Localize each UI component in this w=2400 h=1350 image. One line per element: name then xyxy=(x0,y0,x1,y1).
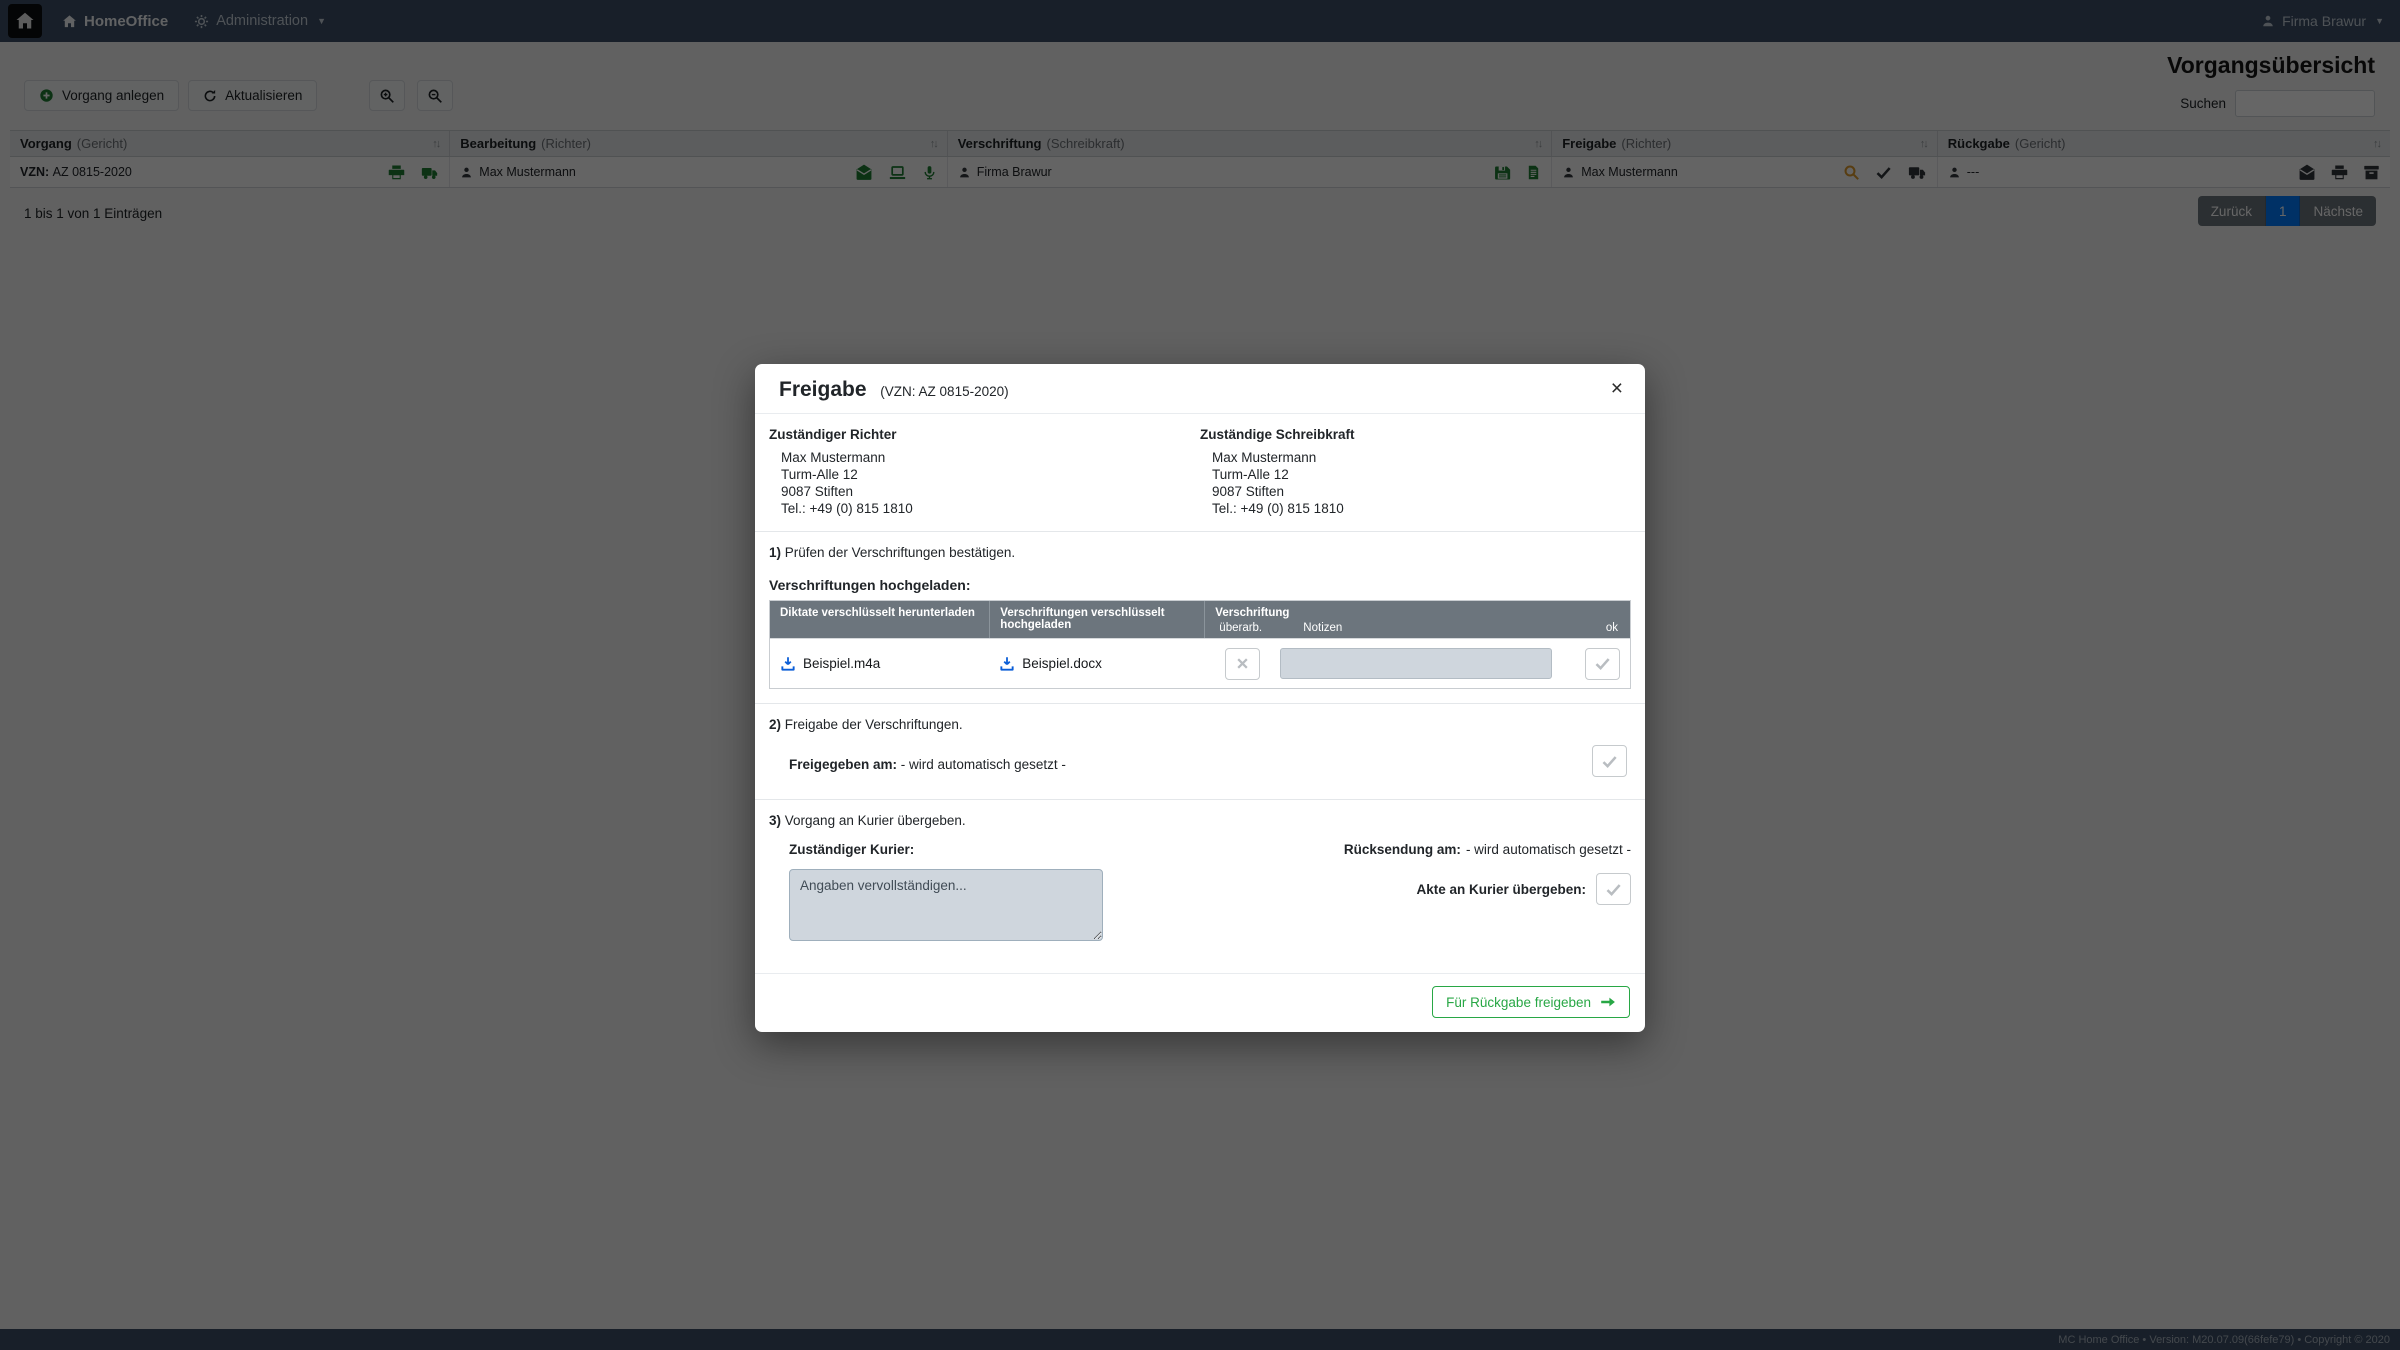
verschriftung-controls xyxy=(1204,648,1574,680)
modal-header: Freigabe (VZN: AZ 0815-2020) × xyxy=(755,364,1645,414)
handover-label: Akte an Kurier übergeben: xyxy=(1416,882,1586,897)
rework-toggle-button[interactable] xyxy=(1225,648,1260,680)
col-download-dictates: Diktate verschlüsselt herunterladen xyxy=(770,601,989,638)
dictate-file-name: Beispiel.m4a xyxy=(803,656,880,671)
divider xyxy=(755,703,1645,704)
col-notes: Notizen xyxy=(1281,622,1342,634)
handover-check-button[interactable] xyxy=(1596,873,1631,905)
files-table: Diktate verschlüsselt herunterladen Vers… xyxy=(769,600,1631,689)
x-icon xyxy=(1235,656,1250,671)
modal-body: Zuständiger Richter Max Mustermann Turm-… xyxy=(755,414,1645,947)
download-transcript-link[interactable]: Beispiel.docx xyxy=(989,656,1204,672)
released-at-label: Freigegeben am: xyxy=(789,757,897,772)
release-check-button[interactable] xyxy=(1592,745,1627,777)
schreibkraft-phone: Tel.: +49 (0) 815 1810 xyxy=(1212,500,1631,517)
return-date-label: Rücksendung am: xyxy=(1344,842,1461,857)
step1-heading: 1) Prüfen der Verschriftungen bestätigen… xyxy=(769,545,1631,560)
col-overworked: überarb. xyxy=(1205,622,1281,634)
richter-city: 9087 Stiften xyxy=(781,483,1200,500)
check-icon xyxy=(1594,655,1611,672)
check-icon xyxy=(1601,753,1618,770)
richter-phone: Tel.: +49 (0) 815 1810 xyxy=(781,500,1200,517)
release-for-return-button[interactable]: Für Rückgabe freigeben xyxy=(1432,986,1630,1018)
col-uploaded-transcripts: Verschriftungen verschlüsselt hochgelade… xyxy=(989,601,1204,638)
courier-right: Rücksendung am: - wird automatisch geset… xyxy=(1344,842,1631,941)
divider xyxy=(755,531,1645,532)
notes-input[interactable] xyxy=(1280,648,1552,679)
download-icon xyxy=(999,656,1015,672)
uploads-heading: Verschriftungen hochgeladen: xyxy=(769,577,1631,593)
ok-control xyxy=(1574,648,1630,680)
courier-left: Zuständiger Kurier: xyxy=(789,842,1103,941)
col-ok: ok xyxy=(1574,601,1630,638)
courier-section: Zuständiger Kurier: Rücksendung am: - wi… xyxy=(769,842,1631,947)
return-date-value: - wird automatisch gesetzt - xyxy=(1466,842,1631,857)
richter-name: Max Mustermann xyxy=(781,449,1200,466)
handover-row: Akte an Kurier übergeben: xyxy=(1416,873,1631,905)
download-icon xyxy=(780,656,796,672)
close-icon[interactable]: × xyxy=(1605,372,1629,405)
step2-heading: 2) Freigabe der Verschriftungen. xyxy=(769,717,1631,732)
richter-street: Turm-Alle 12 xyxy=(781,466,1200,483)
app-window: HomeOffice Administration ▼ Firma Brawur… xyxy=(0,0,2400,1350)
schreibkraft-city: 9087 Stiften xyxy=(1212,483,1631,500)
modal-footer: Für Rückgabe freigeben xyxy=(755,973,1645,1032)
contact-section: Zuständiger Richter Max Mustermann Turm-… xyxy=(769,414,1631,517)
schreibkraft-name: Max Mustermann xyxy=(1212,449,1631,466)
courier-details-textarea[interactable] xyxy=(789,869,1103,941)
modal-subtitle: (VZN: AZ 0815-2020) xyxy=(880,384,1008,399)
release-row: Freigegeben am: - wird automatisch geset… xyxy=(789,747,1631,781)
col-verschriftung-group: Verschriftung überarb. Notizen xyxy=(1204,601,1574,638)
return-date-row: Rücksendung am: - wird automatisch geset… xyxy=(1344,842,1631,857)
richter-heading: Zuständiger Richter xyxy=(769,427,1200,442)
release-for-return-label: Für Rückgabe freigeben xyxy=(1446,995,1591,1010)
confirm-file-check-button[interactable] xyxy=(1585,648,1620,680)
check-icon xyxy=(1605,881,1622,898)
divider xyxy=(755,799,1645,800)
transcript-file-name: Beispiel.docx xyxy=(1022,656,1102,671)
step3-heading: 3) Vorgang an Kurier übergeben. xyxy=(769,813,1631,828)
files-table-header: Diktate verschlüsselt herunterladen Vers… xyxy=(770,601,1630,638)
courier-label: Zuständiger Kurier: xyxy=(789,842,1103,857)
modal-title: Freigabe xyxy=(779,378,867,401)
schreibkraft-street: Turm-Alle 12 xyxy=(1212,466,1631,483)
released-at-value: - wird automatisch gesetzt - xyxy=(901,757,1066,772)
schreibkraft-contact: Zuständige Schreibkraft Max Mustermann T… xyxy=(1200,427,1631,517)
arrow-right-icon xyxy=(1600,994,1616,1010)
freigabe-modal: Freigabe (VZN: AZ 0815-2020) × Zuständig… xyxy=(755,364,1645,1032)
richter-contact: Zuständiger Richter Max Mustermann Turm-… xyxy=(769,427,1200,517)
files-table-row: Beispiel.m4a Beispiel.docx xyxy=(770,638,1630,688)
schreibkraft-heading: Zuständige Schreibkraft xyxy=(1200,427,1631,442)
download-dictate-link[interactable]: Beispiel.m4a xyxy=(770,656,989,672)
